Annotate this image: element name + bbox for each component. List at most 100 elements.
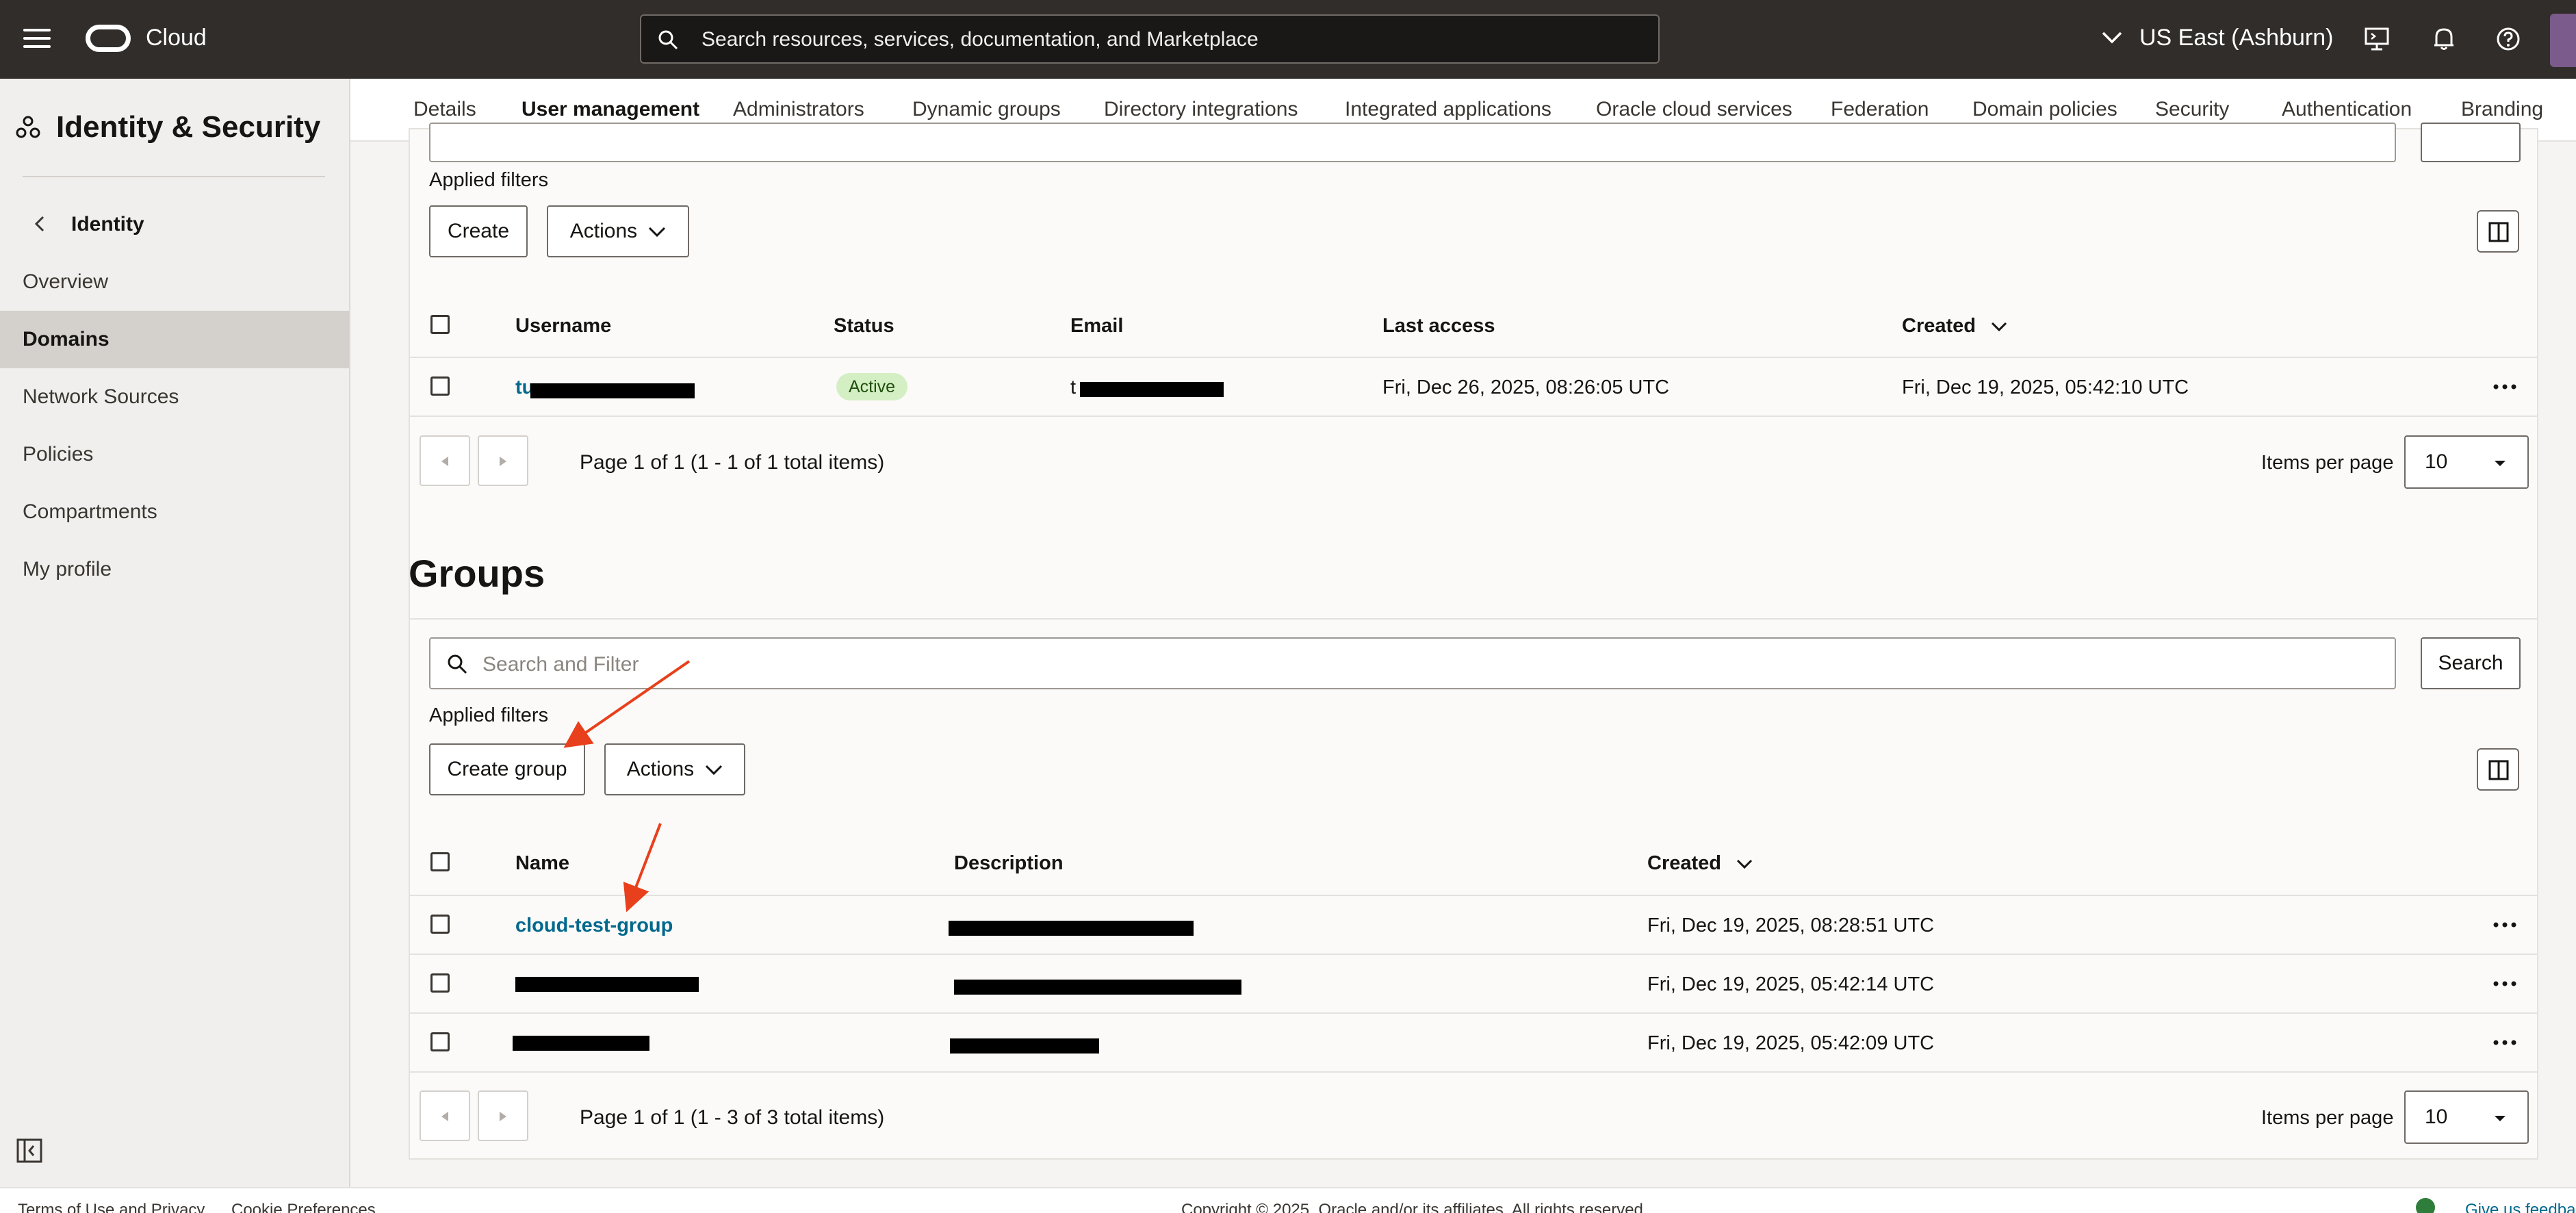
users-select-all-checkbox[interactable] <box>430 315 450 334</box>
column-header-name[interactable]: Name <box>515 852 569 875</box>
column-header-description[interactable]: Description <box>954 852 1064 875</box>
sort-descending-icon[interactable] <box>1736 859 1753 869</box>
caret-down-icon <box>2495 1116 2506 1121</box>
terms-link[interactable]: Terms of Use and Privacy <box>18 1201 205 1213</box>
column-header-username[interactable]: Username <box>515 315 611 337</box>
identity-security-icon <box>16 116 40 138</box>
feedback-link[interactable]: Give us feedba <box>2465 1201 2575 1213</box>
users-pagination-summary: Page 1 of 1 (1 - 1 of 1 total items) <box>580 451 885 474</box>
group-created: Fri, Dec 19, 2025, 08:28:51 UTC <box>1647 915 1935 936</box>
row-actions-menu-icon[interactable] <box>2493 384 2516 390</box>
items-per-page-select[interactable]: 10 <box>2404 1090 2529 1144</box>
next-page-button[interactable] <box>478 435 528 486</box>
redaction-mark <box>954 980 1241 995</box>
region-selector[interactable]: US East (Ashburn) <box>2139 25 2333 51</box>
redaction-mark[interactable] <box>515 977 699 992</box>
group-row-checkbox[interactable] <box>430 1032 450 1051</box>
redaction-mark[interactable] <box>513 1036 649 1051</box>
columns-icon <box>2488 222 2509 242</box>
sidebar-item-network-sources[interactable]: Network Sources <box>0 368 349 426</box>
groups-select-all-checkbox[interactable] <box>430 852 450 871</box>
groups-panel: Search and Filter Search Applied filters… <box>409 618 2538 1160</box>
row-actions-menu-icon[interactable] <box>2493 922 2516 928</box>
sidebar-divider <box>23 176 325 177</box>
row-actions-menu-icon[interactable] <box>2493 981 2516 986</box>
sidebar-item-overview[interactable]: Overview <box>0 253 349 311</box>
groups-pagination-summary: Page 1 of 1 (1 - 3 of 3 total items) <box>580 1106 885 1129</box>
chevron-left-icon[interactable] <box>31 213 48 235</box>
chevron-down-icon[interactable] <box>2101 30 2123 45</box>
sidebar-item-compartments[interactable]: Compartments <box>0 483 349 541</box>
help-icon[interactable] <box>2495 26 2521 52</box>
oracle-logo-icon[interactable] <box>86 25 131 52</box>
sidebar-item-my-profile[interactable]: My profile <box>0 541 349 598</box>
row-actions-menu-icon[interactable] <box>2493 1040 2516 1045</box>
next-page-button[interactable] <box>478 1090 528 1141</box>
tab-domain-policies[interactable]: Domain policies <box>1972 98 2117 121</box>
copyright-text: Copyright © 2025, Oracle and/or its affi… <box>1181 1201 1648 1213</box>
tab-security[interactable]: Security <box>2155 98 2229 121</box>
table-divider <box>410 895 2537 896</box>
tab-user-management[interactable]: User management <box>521 98 699 121</box>
tab-oracle-cloud-services[interactable]: Oracle cloud services <box>1596 98 1792 121</box>
users-panel: Applied filters Create Actions Username … <box>409 123 2538 656</box>
create-user-button[interactable]: Create <box>429 205 528 257</box>
column-header-email[interactable]: Email <box>1070 315 1123 337</box>
sort-descending-icon[interactable] <box>1991 322 2007 332</box>
brand-name[interactable]: Cloud <box>146 25 207 51</box>
groups-search-input[interactable]: Search and Filter <box>429 637 2396 689</box>
global-search-placeholder: Search resources, services, documentatio… <box>701 28 1259 51</box>
users-search-input[interactable] <box>429 123 2396 162</box>
column-header-status[interactable]: Status <box>834 315 894 337</box>
group-name-link[interactable]: cloud-test-group <box>515 915 673 937</box>
tab-dynamic-groups[interactable]: Dynamic groups <box>912 98 1061 121</box>
cloud-shell-icon[interactable] <box>2364 26 2390 52</box>
groups-actions-button[interactable]: Actions <box>604 743 745 795</box>
sidebar-item-domains[interactable]: Domains <box>0 311 349 368</box>
user-avatar[interactable] <box>2550 14 2576 67</box>
previous-page-button[interactable] <box>420 1090 470 1141</box>
caret-down-icon <box>2495 461 2506 466</box>
groups-column-chooser-button[interactable] <box>2477 748 2519 791</box>
group-row-checkbox[interactable] <box>430 915 450 934</box>
table-divider <box>410 416 2537 417</box>
chevron-down-icon <box>649 227 666 238</box>
items-per-page-select[interactable]: 10 <box>2404 435 2529 489</box>
table-divider <box>410 1012 2537 1014</box>
sidebar-back-identity[interactable]: Identity <box>71 213 144 236</box>
redaction-mark <box>1080 382 1224 397</box>
column-header-created[interactable]: Created <box>1902 315 2007 337</box>
search-icon <box>448 654 467 674</box>
tab-integrated-applications[interactable]: Integrated applications <box>1345 98 1551 121</box>
cookie-preferences-link[interactable]: Cookie Preferences <box>231 1201 376 1213</box>
bell-icon[interactable] <box>2431 26 2457 52</box>
collapse-sidebar-icon[interactable] <box>16 1138 42 1163</box>
hamburger-menu-icon[interactable] <box>23 29 51 51</box>
users-actions-button[interactable]: Actions <box>547 205 689 257</box>
users-search-button[interactable] <box>2421 123 2521 162</box>
status-badge: Active <box>836 373 908 400</box>
column-header-last-access[interactable]: Last access <box>1382 315 1495 337</box>
previous-page-button[interactable] <box>420 435 470 486</box>
tab-administrators[interactable]: Administrators <box>733 98 864 121</box>
column-chooser-button[interactable] <box>2477 210 2519 253</box>
groups-applied-filters: Applied filters <box>429 704 549 726</box>
groups-search-button[interactable]: Search <box>2421 637 2521 689</box>
tab-directory-integrations[interactable]: Directory integrations <box>1104 98 1298 121</box>
tab-details[interactable]: Details <box>413 98 476 121</box>
sidebar-item-policies[interactable]: Policies <box>0 426 349 483</box>
user-email: t <box>1070 376 1077 398</box>
user-row-checkbox[interactable] <box>430 376 450 396</box>
tab-federation[interactable]: Federation <box>1831 98 1929 121</box>
table-divider <box>410 357 2537 358</box>
column-header-created[interactable]: Created <box>1647 852 1753 875</box>
global-search-input[interactable]: Search resources, services, documentatio… <box>640 14 1660 64</box>
feedback-icon[interactable] <box>2416 1198 2435 1213</box>
user-created: Fri, Dec 19, 2025, 05:42:10 UTC <box>1902 376 2189 398</box>
items-per-page-label: Items per page <box>2261 452 2394 474</box>
group-row-checkbox[interactable] <box>430 973 450 993</box>
tab-authentication[interactable]: Authentication <box>2282 98 2412 121</box>
tab-branding[interactable]: Branding <box>2461 98 2543 121</box>
top-navigation-bar: Cloud Search resources, services, docume… <box>0 0 2576 79</box>
create-group-button[interactable]: Create group <box>429 743 585 795</box>
